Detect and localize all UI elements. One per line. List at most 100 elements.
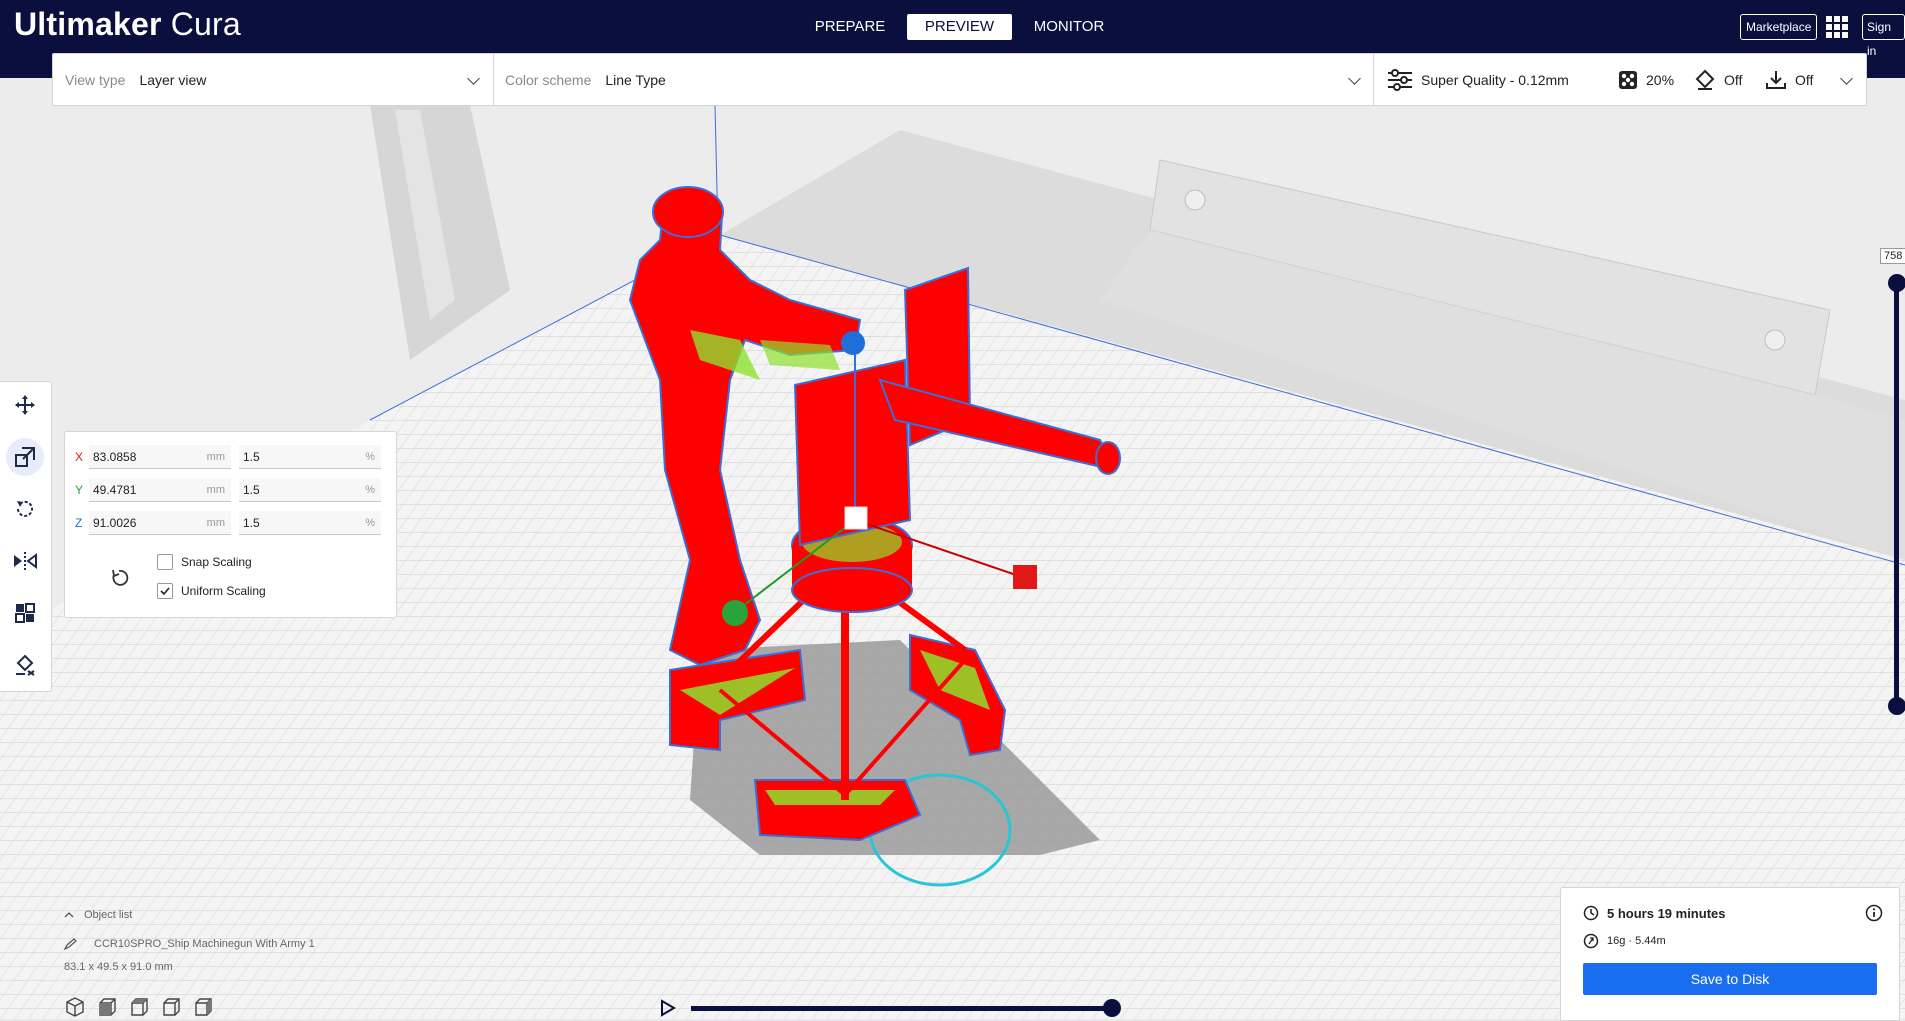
snap-scaling-checkbox[interactable] [157, 554, 173, 570]
object-name: CCR10SPRO_Ship Machinegun With Army 1 [94, 938, 315, 950]
x-size-input[interactable]: 83.0858 mm [89, 445, 231, 469]
object-list-label: Object list [84, 909, 133, 921]
y-scale-handle-icon[interactable] [722, 600, 748, 626]
support-blocker-tool-button[interactable] [6, 646, 44, 684]
y-axis-label: Y [75, 483, 84, 497]
print-setup-chevron-down-icon[interactable] [1840, 72, 1853, 85]
layer-number-input[interactable]: 758 [1880, 248, 1905, 264]
z-percent-value: 1.5 [243, 516, 260, 530]
layer-slider-lower-handle[interactable] [1888, 697, 1905, 715]
scale-y-row: Y 49.4781 mm 1.5 % [75, 478, 381, 502]
material-usage-value: 16g · 5.44m [1607, 935, 1666, 947]
y-size-input[interactable]: 49.4781 mm [89, 478, 231, 502]
print-time-row: 5 hours 19 minutes [1583, 905, 1725, 921]
layer-slider-upper-handle[interactable] [1888, 274, 1905, 292]
x-percent-value: 1.5 [243, 450, 260, 464]
apps-grid-icon[interactable] [1826, 16, 1848, 38]
support-icon [1695, 69, 1715, 90]
snap-scaling-option[interactable]: Snap Scaling [157, 554, 252, 570]
save-to-disk-button[interactable]: Save to Disk [1583, 963, 1877, 995]
adhesion-value: Off [1795, 71, 1814, 88]
support-setting[interactable]: Off [1694, 54, 1742, 105]
snap-scaling-label: Snap Scaling [181, 555, 252, 569]
reset-scale-button[interactable] [105, 563, 135, 593]
uniform-scaling-checkbox[interactable] [157, 583, 173, 599]
app-logo: Ultimaker Cura [14, 6, 241, 43]
infill-value: 20% [1646, 71, 1675, 88]
left-view-icon[interactable] [160, 996, 182, 1018]
z-size-input[interactable]: 91.0026 mm [89, 511, 231, 535]
color-scheme-label: Color scheme [505, 71, 592, 88]
print-info-panel: 5 hours 19 minutes 16g · 5.44m Save to D… [1560, 887, 1900, 1021]
y-percent-unit: % [365, 484, 375, 496]
x-scale-handle-icon[interactable] [1013, 565, 1037, 589]
tab-preview[interactable]: PREVIEW [907, 14, 1012, 40]
layer-slider-track[interactable] [1894, 283, 1899, 707]
sign-in-button[interactable]: Sign in [1862, 14, 1905, 58]
z-axis-label: Z [75, 516, 83, 530]
print-profile-value: Super Quality - 0.12mm [1421, 71, 1569, 88]
path-slider-handle[interactable] [1103, 999, 1121, 1017]
color-scheme-dropdown[interactable]: Color scheme Line Type [505, 54, 666, 105]
spool-icon [1583, 933, 1599, 949]
scale-tool-button[interactable] [6, 438, 44, 476]
z-percent-input[interactable]: 1.5 % [239, 511, 381, 535]
print-profile-selector[interactable]: Super Quality - 0.12mm [1387, 54, 1569, 105]
view-type-dropdown[interactable]: View type Layer view [65, 54, 206, 105]
play-simulation-icon[interactable] [660, 999, 676, 1017]
clock-icon [1583, 905, 1599, 921]
scale-tool-panel: X 83.0858 mm 1.5 % Y 49.4781 mm 1.5 % Z … [64, 431, 397, 618]
checkmark-icon [160, 587, 170, 596]
x-percent-input[interactable]: 1.5 % [239, 445, 381, 469]
z-size-unit: mm [206, 517, 225, 529]
front-view-icon[interactable] [96, 996, 118, 1018]
3d-view-icon[interactable] [64, 996, 86, 1018]
camera-view-buttons [64, 996, 315, 1018]
scale-icon [15, 447, 35, 467]
path-slider-track[interactable] [691, 1006, 1114, 1011]
tab-prepare[interactable]: PREPARE [797, 14, 903, 40]
chevron-up-icon [64, 912, 74, 918]
color-scheme-value: Line Type [605, 71, 666, 88]
object-name-row[interactable]: CCR10SPRO_Ship Machinegun With Army 1 [64, 935, 315, 953]
top-view-icon[interactable] [128, 996, 150, 1018]
object-list-toggle[interactable]: Object list [64, 906, 315, 924]
tool-toolbar [0, 381, 52, 692]
mirror-icon [14, 552, 37, 570]
mirror-tool-button[interactable] [6, 542, 44, 580]
uniform-scaling-label: Uniform Scaling [181, 584, 266, 598]
x-size-unit: mm [206, 451, 225, 463]
view-settings-bar: View type Layer view Color scheme Line T… [52, 53, 1867, 106]
info-icon[interactable] [1865, 904, 1883, 922]
app-name-bold: Ultimaker [14, 6, 162, 42]
z-scale-handle-icon[interactable] [841, 331, 865, 355]
y-percent-value: 1.5 [243, 483, 260, 497]
z-size-value: 91.0026 [93, 516, 137, 530]
uniform-scale-handle-icon[interactable] [844, 506, 868, 530]
y-percent-input[interactable]: 1.5 % [239, 478, 381, 502]
support-value: Off [1724, 71, 1743, 88]
move-tool-button[interactable] [6, 386, 44, 424]
reset-icon [112, 569, 129, 586]
per-model-settings-icon [15, 603, 35, 623]
rotate-tool-button[interactable] [6, 490, 44, 528]
x-axis-label: X [75, 450, 84, 464]
marketplace-button[interactable]: Marketplace [1740, 14, 1818, 40]
adhesion-setting[interactable]: Off [1765, 54, 1813, 105]
right-view-icon[interactable] [192, 996, 214, 1018]
app-name-light: Cura [170, 6, 241, 42]
infill-setting[interactable]: 20% [1618, 54, 1674, 105]
color-scheme-chevron-down-icon[interactable] [1348, 72, 1361, 85]
sliders-icon [1388, 68, 1412, 91]
x-percent-unit: % [365, 451, 375, 463]
z-percent-unit: % [365, 517, 375, 529]
print-time-value: 5 hours 19 minutes [1607, 905, 1726, 921]
per-model-settings-tool-button[interactable] [6, 594, 44, 632]
view-type-chevron-down-icon[interactable] [467, 72, 480, 85]
rotate-icon [17, 500, 33, 517]
view-type-label: View type [65, 71, 126, 88]
x-size-value: 83.0858 [93, 450, 137, 464]
uniform-scaling-option[interactable]: Uniform Scaling [157, 583, 266, 599]
tab-monitor[interactable]: MONITOR [1016, 14, 1122, 40]
scale-z-row: Z 91.0026 mm 1.5 % [75, 511, 381, 535]
